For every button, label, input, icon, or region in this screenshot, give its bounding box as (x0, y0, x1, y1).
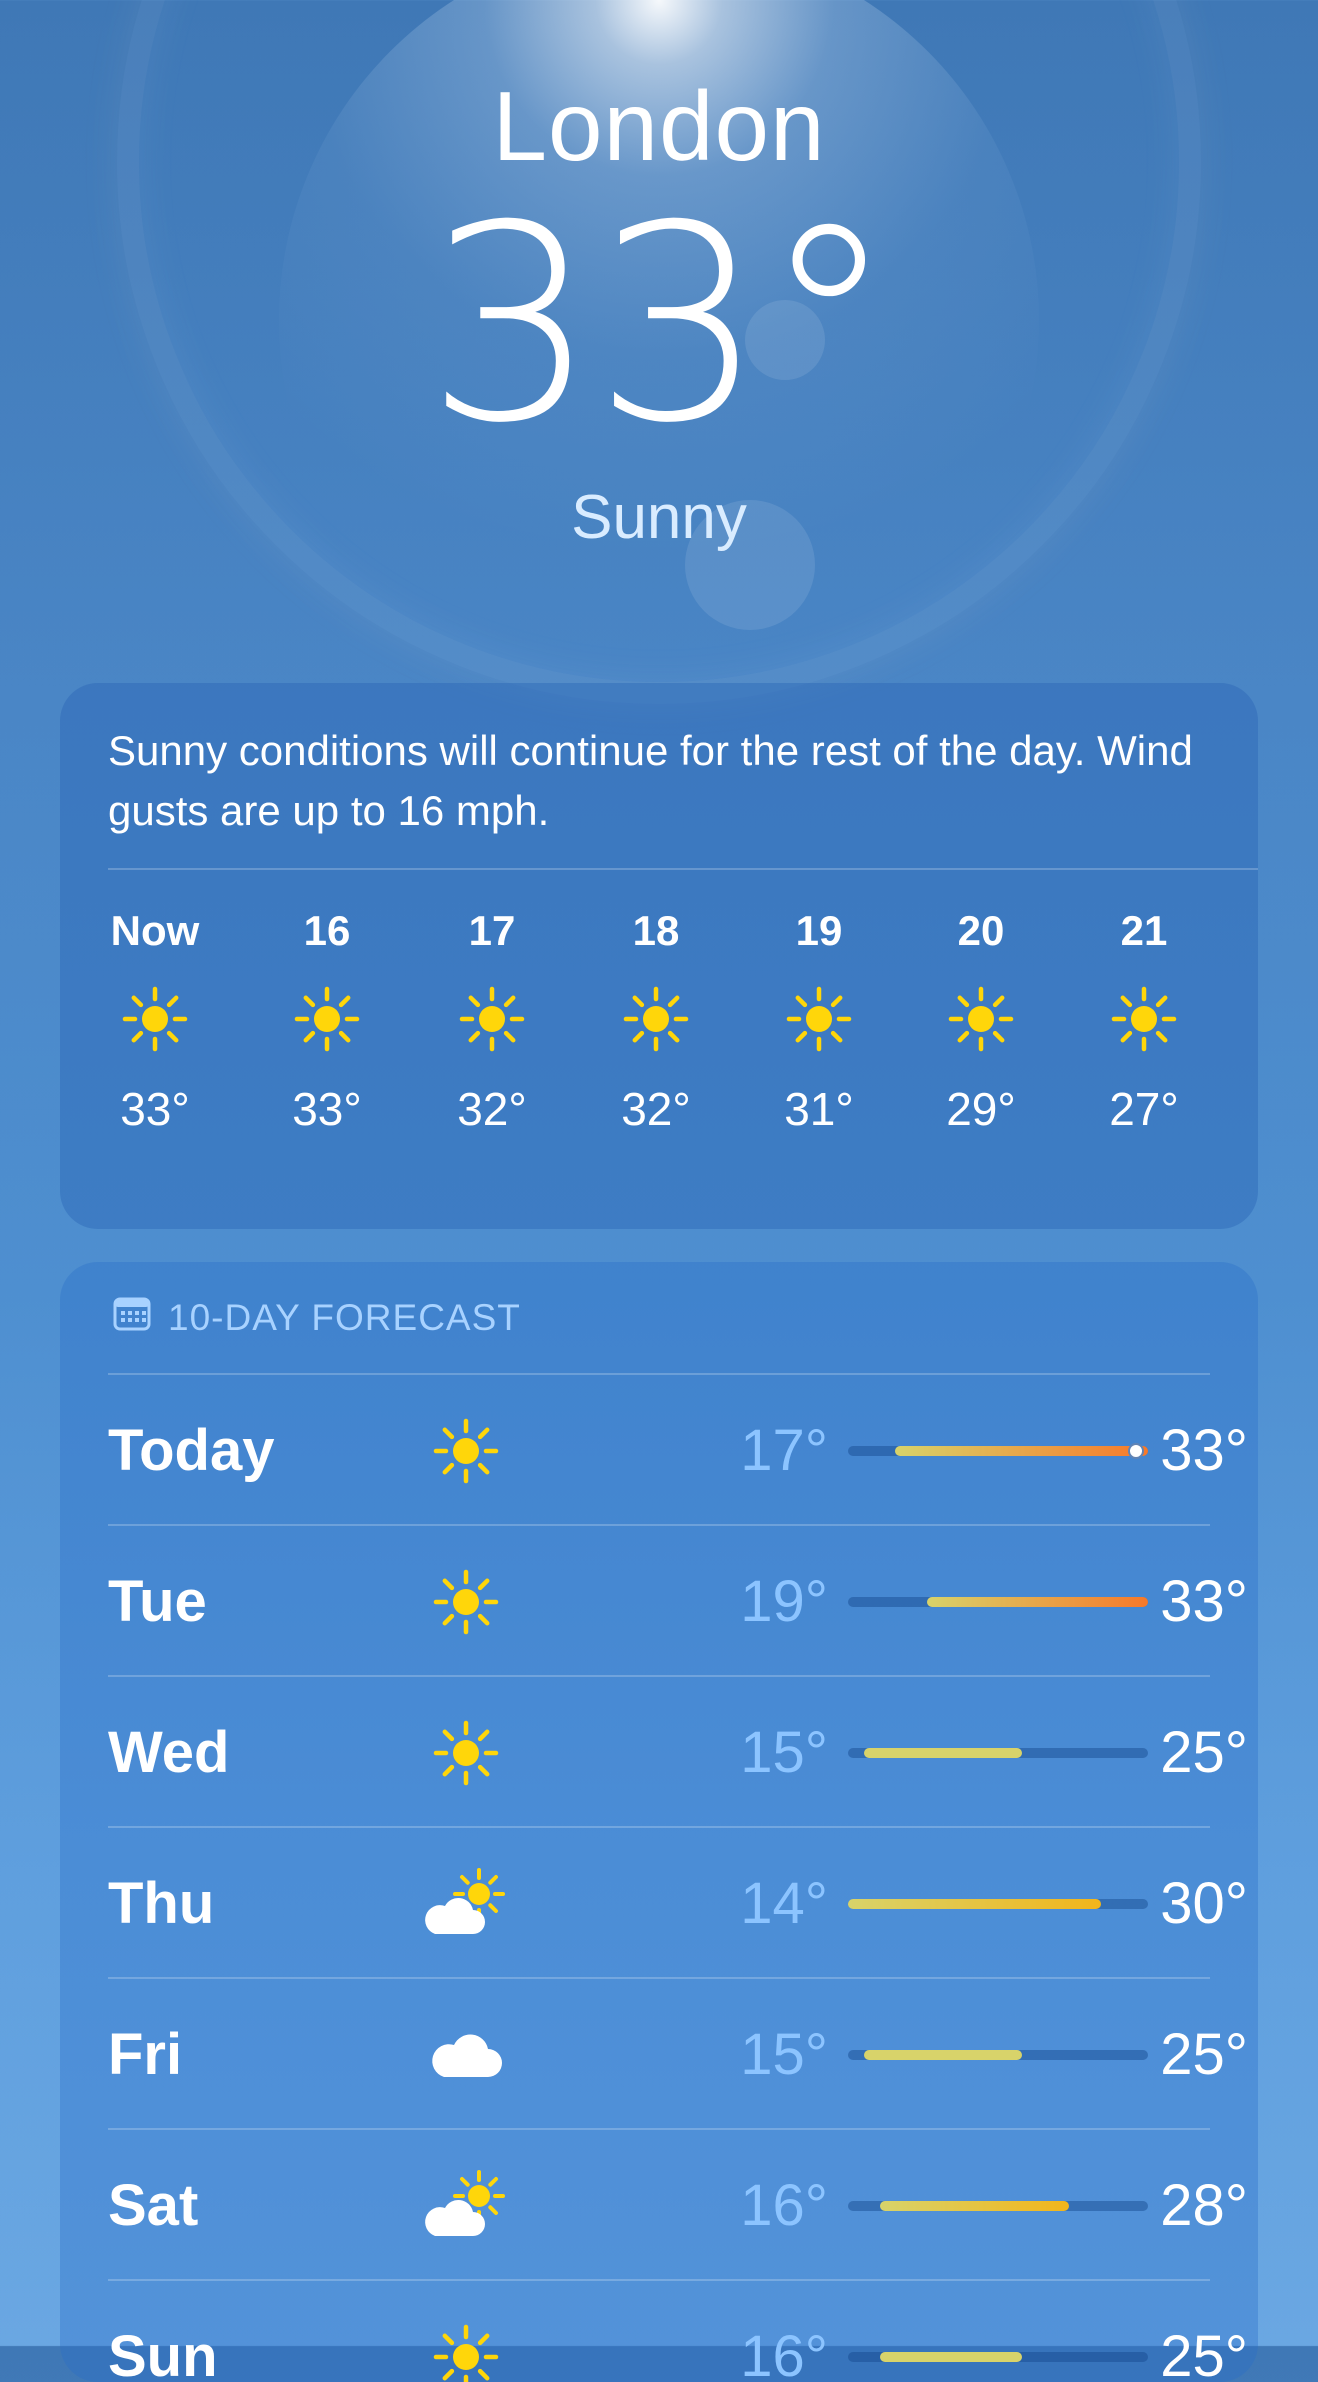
hour-label: Now (110, 907, 200, 954)
forecast-row[interactable]: Thu 14° 30° (108, 1826, 1248, 1976)
temp-range-bar (848, 1899, 1148, 1909)
hour-label: 18 (632, 907, 680, 954)
low-temp: 19° (740, 1569, 828, 1634)
sun-icon (416, 1703, 516, 1803)
forecast-header-label: 10-DAY FORECAST (168, 1296, 521, 1338)
hour-item: 18 32° (596, 903, 716, 1139)
current-temperature: 33° (425, 167, 897, 482)
hour-temp: 32° (457, 1083, 527, 1135)
day-label: Wed (108, 1720, 230, 1785)
temp-range-bar (848, 1597, 1148, 1607)
ten-day-forecast-card[interactable]: 10-DAY FORECAST Today 17° 33° Tue 19° 33° Wed 1… (60, 1262, 1258, 2382)
sun-icon (759, 959, 879, 1079)
day-label: Sun (108, 2324, 218, 2382)
high-temp: 30° (1160, 1871, 1248, 1936)
day-label: Tue (108, 1569, 207, 1634)
temp-range-bar (848, 2201, 1148, 2211)
forecast-row[interactable]: Sun 16° 25° (108, 2279, 1248, 2382)
high-temp: 33° (1160, 1418, 1248, 1483)
sun-icon (921, 959, 1041, 1079)
hour-label: 21 (1120, 907, 1168, 954)
divider (108, 1977, 1210, 1979)
day-label: Thu (108, 1871, 215, 1936)
divider (108, 2279, 1210, 2281)
divider (108, 868, 1258, 870)
cloud-icon (416, 2005, 516, 2105)
high-temp: 25° (1160, 2324, 1248, 2382)
partly-cloudy-icon (416, 1854, 516, 1954)
hour-temp: 29° (946, 1083, 1016, 1135)
divider (108, 2128, 1210, 2130)
forecast-header: 10-DAY FORECAST (112, 1294, 521, 1341)
partly-cloudy-icon (416, 2156, 516, 2256)
low-temp: 15° (740, 1720, 828, 1785)
sun-icon (1084, 959, 1204, 1079)
temp-range-bar (848, 2352, 1148, 2362)
hour-item: 20 29° (921, 903, 1041, 1139)
hour-temp: 31° (784, 1083, 854, 1135)
hour-label: 19 (795, 907, 843, 954)
sun-icon (416, 2307, 516, 2382)
hour-temp: 32° (621, 1083, 691, 1135)
hour-item: 16 33° (267, 903, 387, 1139)
day-label: Fri (108, 2022, 183, 2087)
hour-label: 17 (468, 907, 516, 954)
high-temp: 25° (1160, 2022, 1248, 2087)
sun-icon (267, 959, 387, 1079)
day-label: Sat (108, 2173, 199, 2238)
forecast-row[interactable]: Wed 15° 25° (108, 1675, 1248, 1825)
calendar-icon (112, 1294, 152, 1341)
temp-range-fill (863, 2050, 1022, 2060)
temp-range-fill (848, 1899, 1101, 1909)
hour-temp: 27° (1109, 1083, 1179, 1135)
hour-temp: 33° (292, 1083, 362, 1135)
high-temp: 25° (1160, 1720, 1248, 1785)
divider (108, 1373, 1210, 1375)
hour-label: 16 (303, 907, 351, 954)
day-label: Today (108, 1418, 275, 1483)
low-temp: 17° (740, 1418, 828, 1483)
hour-item: 21 27° (1084, 903, 1204, 1139)
temp-range-fill (863, 1748, 1022, 1758)
low-temp: 15° (740, 2022, 828, 2087)
high-temp: 28° (1160, 2173, 1248, 2238)
forecast-row[interactable]: Fri 15° 25° (108, 1977, 1248, 2127)
hour-label: 20 (957, 907, 1005, 954)
divider (108, 1826, 1210, 1828)
hour-item: 19 31° (759, 903, 879, 1139)
current-condition: Sunny (571, 483, 747, 552)
hourly-forecast-card[interactable]: Sunny conditions will continue for the r… (60, 683, 1258, 1229)
temp-range-fill (879, 2352, 1022, 2362)
sun-icon (596, 959, 716, 1079)
low-temp: 16° (740, 2173, 828, 2238)
low-temp: 16° (740, 2324, 828, 2382)
high-temp: 33° (1160, 1569, 1248, 1634)
divider (108, 1524, 1210, 1526)
low-temp: 14° (740, 1871, 828, 1936)
hour-item: 17 32° (432, 903, 552, 1139)
hour-item: Now 33° (95, 903, 215, 1139)
divider (108, 1675, 1210, 1677)
temp-range-bar (848, 1748, 1148, 1758)
sun-icon (416, 1552, 516, 1652)
sun-icon (416, 1401, 516, 1501)
sun-icon (432, 959, 552, 1079)
forecast-row[interactable]: Today 17° 33° (108, 1373, 1248, 1523)
sun-icon (95, 959, 215, 1079)
forecast-row[interactable]: Tue 19° 33° (108, 1524, 1248, 1674)
temp-range-bar (848, 1443, 1148, 1459)
forecast-row[interactable]: Sat 16° 28° (108, 2128, 1248, 2278)
hour-temp: 33° (120, 1083, 190, 1135)
temp-range-bar (848, 2050, 1148, 2060)
weather-summary: Sunny conditions will continue for the r… (108, 727, 1193, 834)
temp-range-fill (879, 2201, 1070, 2211)
